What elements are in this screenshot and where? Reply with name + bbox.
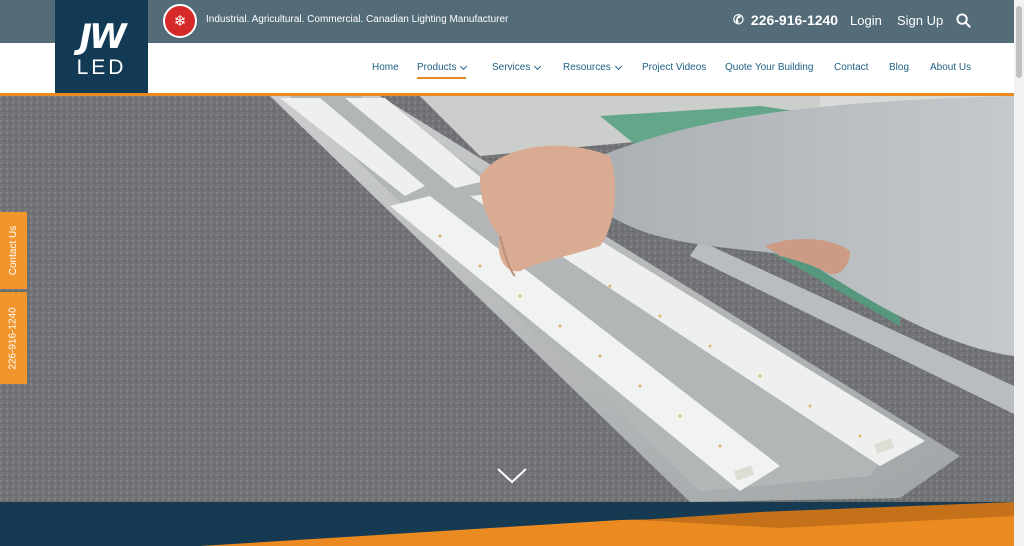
scrollbar-thumb[interactable]: [1016, 6, 1022, 78]
nav-item-label: Products: [417, 62, 457, 73]
nav-item-contact[interactable]: Contact: [834, 62, 868, 73]
phone-tab[interactable]: 226-916-1240: [0, 292, 27, 384]
nav-item-services[interactable]: Services: [492, 62, 542, 73]
top-phone-number: 226-916-1240: [750, 12, 839, 28]
nav-item-label: Quote Your Building: [725, 62, 814, 73]
chevron-down-icon: [534, 62, 542, 70]
nav-item-label: Home: [372, 62, 399, 73]
maple-leaf-icon: ❄: [173, 13, 187, 30]
scroll-down-chevron-icon[interactable]: [497, 468, 527, 484]
nav-item-label: About Us: [930, 62, 972, 73]
contact-us-tab[interactable]: Contact Us: [0, 212, 27, 289]
nav-item-about[interactable]: About Us: [930, 62, 971, 73]
logo-text: LED: [76, 55, 127, 79]
login-link[interactable]: Login: [850, 13, 882, 28]
search-icon[interactable]: [956, 13, 971, 28]
made-in-canada-badge-icon: ❄: [163, 4, 197, 38]
phone-tab-label: 226-916-1240: [8, 306, 19, 370]
nav-item-products[interactable]: Products: [417, 62, 468, 79]
site-logo[interactable]: JW LED: [55, 0, 148, 93]
page: ❄ Industrial. Agricultural. Commercial. …: [0, 0, 1024, 546]
hero-image: [0, 96, 1014, 502]
contact-us-tab-label: Contact Us: [8, 225, 19, 276]
chevron-down-icon: [460, 62, 468, 70]
hero-overlay: [0, 96, 1014, 502]
main-nav: Home Products Services Resources Project…: [0, 43, 1014, 93]
page-scrollbar[interactable]: [1014, 0, 1024, 546]
nav-item-home[interactable]: Home: [372, 62, 399, 73]
signup-link[interactable]: Sign Up: [897, 13, 943, 28]
nav-item-resources[interactable]: Resources: [563, 62, 622, 73]
tagline: Industrial. Agricultural. Commercial. Ca…: [206, 14, 509, 25]
logo-mark: JW: [79, 16, 126, 57]
nav-item-project-videos[interactable]: Project Videos: [642, 62, 706, 73]
footer-band: [0, 502, 1014, 546]
decorative-stripes: [200, 502, 1014, 546]
nav-item-label: Contact: [834, 62, 869, 73]
nav-item-quote[interactable]: Quote Your Building: [725, 62, 813, 73]
chevron-down-icon: [614, 62, 622, 70]
nav-item-label: Project Videos: [642, 62, 707, 73]
nav-item-label: Resources: [563, 62, 611, 73]
phone-icon: ✆: [733, 12, 744, 27]
top-bar: ❄ Industrial. Agricultural. Commercial. …: [0, 0, 1014, 43]
nav-item-label: Services: [492, 62, 531, 73]
top-phone-link[interactable]: ✆ 226-916-1240: [733, 12, 838, 28]
nav-item-label: Blog: [889, 62, 910, 73]
nav-item-blog[interactable]: Blog: [889, 62, 909, 73]
